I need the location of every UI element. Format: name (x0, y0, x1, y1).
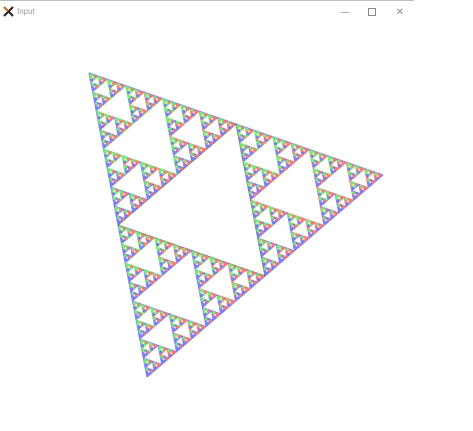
close-icon: ✕ (396, 7, 404, 18)
app-logo-icon (3, 6, 14, 17)
close-button[interactable]: ✕ (386, 3, 414, 21)
maximize-button[interactable] (358, 3, 386, 21)
minimize-button[interactable]: — (331, 3, 359, 21)
maximize-icon (368, 8, 376, 16)
window-title: Input (17, 7, 35, 16)
drawing-canvas[interactable] (0, 22, 473, 430)
title-bar[interactable]: Input — ✕ (0, 1, 414, 23)
sierpinski-fractal (0, 22, 473, 430)
minimize-icon: — (340, 7, 350, 18)
